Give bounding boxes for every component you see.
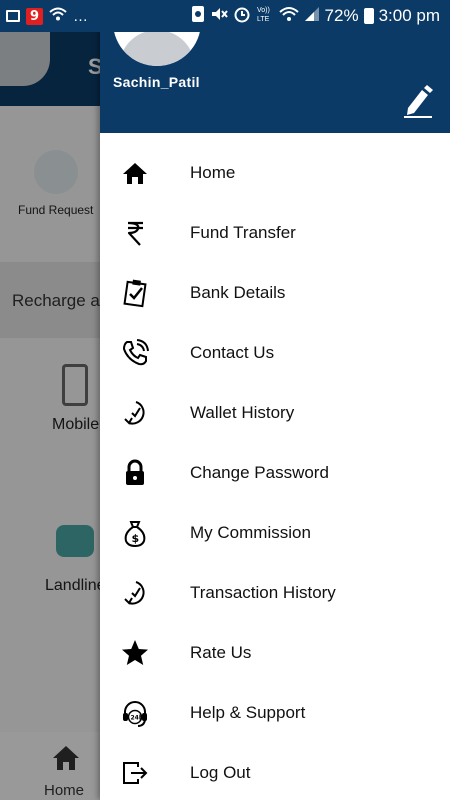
- wifi-icon: [278, 6, 299, 27]
- menu-item-label: My Commission: [190, 523, 311, 542]
- signal-icon: [304, 6, 320, 27]
- lock-icon: [100, 443, 190, 503]
- menu-item-label: Log Out: [190, 763, 251, 782]
- svg-text:LTE: LTE: [257, 16, 270, 23]
- menu-item-label: Fund Transfer: [190, 223, 296, 242]
- app-badge-icon: 9: [26, 7, 43, 25]
- headset-24h-icon: 24h: [100, 683, 190, 743]
- star-icon: [100, 623, 190, 683]
- alarm-icon: [233, 5, 251, 28]
- svg-text:$: $: [132, 532, 140, 545]
- clipboard-check-icon: [100, 263, 190, 323]
- menu-item-wallet-history[interactable]: Wallet History: [100, 383, 450, 443]
- menu-item-contact-us[interactable]: Contact Us: [100, 323, 450, 383]
- menu-item-home[interactable]: Home: [100, 143, 450, 203]
- menu-item-help-support[interactable]: 24h Help & Support: [100, 683, 450, 743]
- menu-item-fund-transfer[interactable]: Fund Transfer: [100, 203, 450, 263]
- menu-item-label: Bank Details: [190, 283, 286, 302]
- history-icon: [100, 383, 190, 443]
- navigation-drawer: Sachin_Patil Home Fund Transfer Bank Det…: [100, 0, 450, 800]
- menu-item-transaction-history[interactable]: Transaction History: [100, 563, 450, 623]
- menu-item-bank-details[interactable]: Bank Details: [100, 263, 450, 323]
- menu-item-log-out[interactable]: Log Out: [100, 743, 450, 800]
- history-icon: [100, 563, 190, 623]
- battery-icon: [363, 8, 374, 24]
- username: Sachin_Patil: [113, 74, 200, 90]
- menu-item-change-password[interactable]: Change Password: [100, 443, 450, 503]
- menu-item-my-commission[interactable]: $ My Commission: [100, 503, 450, 563]
- menu-item-rate-us[interactable]: Rate Us: [100, 623, 450, 683]
- avatar-body-shape: [119, 30, 195, 66]
- battery-percent: 72%: [324, 6, 359, 25]
- home-icon: [100, 143, 190, 203]
- wifi-notification-icon: [49, 6, 67, 27]
- edit-profile-icon[interactable]: [400, 84, 434, 118]
- menu-item-label: Rate Us: [190, 643, 252, 662]
- clock: 3:00 pm: [378, 6, 440, 25]
- volte-icon: Vo)) LTE: [256, 4, 274, 29]
- mute-icon: [210, 5, 228, 28]
- drawer-menu: Home Fund Transfer Bank Details Contact …: [100, 143, 450, 800]
- more-notifications-indicator: …: [73, 7, 89, 25]
- gallery-notification-icon: [6, 10, 20, 22]
- rupee-icon: [100, 203, 190, 263]
- menu-item-label: Home: [190, 163, 236, 182]
- menu-item-label: Transaction History: [190, 583, 336, 602]
- money-bag-icon: $: [100, 503, 190, 563]
- menu-item-label: Help & Support: [190, 703, 306, 722]
- menu-item-label: Change Password: [190, 463, 329, 482]
- status-bar: 9 … Vo)) LTE 72% 3:00 pm: [0, 0, 450, 32]
- menu-item-label: Contact Us: [190, 343, 275, 362]
- logout-icon: [100, 743, 190, 800]
- svg-text:Vo)): Vo)): [257, 7, 270, 14]
- svg-text:24h: 24h: [131, 715, 144, 722]
- menu-item-label: Wallet History: [190, 403, 295, 422]
- phone-call-icon: [100, 323, 190, 383]
- screenshot-icon: [191, 5, 205, 28]
